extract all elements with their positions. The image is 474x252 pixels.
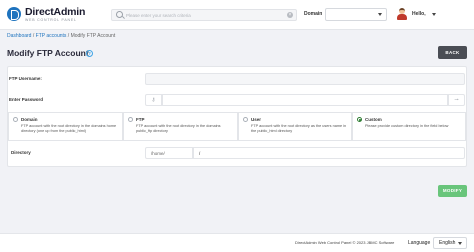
- directory-field[interactable]: /: [193, 147, 465, 159]
- option-user[interactable]: User FTP account with the root directory…: [238, 112, 352, 141]
- radio-domain[interactable]: [13, 117, 18, 122]
- chevron-down-icon: [458, 242, 462, 245]
- breadcrumb: Dashboard / FTP accounts / Modify FTP Ac…: [7, 33, 115, 39]
- radio-user[interactable]: [243, 117, 248, 122]
- search-icon: [116, 11, 123, 18]
- page-title: Modify FTP Account: [7, 48, 89, 58]
- directory-label: Directory: [11, 150, 31, 155]
- option-description: FTP account with the root directory as t…: [251, 124, 347, 133]
- top-bar: DirectAdmin WEB CONTROL PANEL × Domain H…: [0, 0, 474, 30]
- option-custom[interactable]: Custom Please provide custom directory i…: [352, 112, 466, 141]
- clear-search-icon[interactable]: ×: [287, 12, 293, 18]
- option-title: Custom: [365, 117, 382, 122]
- option-title: User: [251, 117, 262, 122]
- radio-ftp[interactable]: [128, 117, 133, 122]
- language-value: English: [439, 240, 456, 246]
- option-description: FTP account with the root directory in t…: [136, 124, 221, 133]
- radio-custom[interactable]: [357, 117, 362, 122]
- search-input[interactable]: [126, 10, 276, 20]
- domain-select[interactable]: [325, 8, 387, 21]
- logo-name: DirectAdmin: [25, 6, 86, 18]
- chevron-down-icon: [378, 13, 382, 16]
- avatar-body: [397, 14, 407, 20]
- option-description: Please provide custom directory in the f…: [365, 124, 449, 128]
- footer: DirectAdmin Web Control Panel © 2023 JBM…: [0, 233, 474, 252]
- user-menu-chevron-icon[interactable]: [432, 13, 436, 16]
- breadcrumb-current: Modify FTP Account: [70, 33, 116, 39]
- breadcrumb-ftp-accounts[interactable]: FTP accounts: [36, 33, 67, 39]
- option-description: FTP account with the root directory in t…: [21, 124, 117, 133]
- modify-button[interactable]: MODIFY: [438, 185, 467, 197]
- directory-prefix: /home/: [145, 147, 193, 159]
- option-domain[interactable]: Domain FTP account with the root directo…: [8, 112, 123, 141]
- password-label: Enter Password: [9, 97, 44, 102]
- back-button[interactable]: BACK: [438, 46, 467, 59]
- ftp-username-field[interactable]: [145, 73, 465, 85]
- toggle-password-icon[interactable]: ⊸: [448, 94, 465, 106]
- generate-password-icon[interactable]: ⚷: [145, 94, 162, 106]
- search-box[interactable]: ×: [111, 9, 297, 21]
- password-field[interactable]: [162, 94, 448, 106]
- option-title: FTP: [136, 117, 145, 122]
- help-icon[interactable]: ?: [86, 50, 93, 57]
- directadmin-logo[interactable]: DirectAdmin WEB CONTROL PANEL: [7, 6, 87, 26]
- user-greeting[interactable]: Hello,: [412, 11, 426, 17]
- ftp-username-label: FTP Username:: [9, 76, 42, 81]
- language-label: Language: [408, 240, 431, 246]
- option-ftp[interactable]: FTP FTP account with the root directory …: [123, 112, 238, 141]
- copyright-text: DirectAdmin Web Control Panel © 2023 JBM…: [295, 240, 395, 245]
- logo-icon: [7, 7, 21, 21]
- user-avatar[interactable]: [396, 8, 408, 21]
- breadcrumb-dashboard[interactable]: Dashboard: [7, 33, 31, 39]
- language-select[interactable]: English: [433, 237, 467, 249]
- option-title: Domain: [21, 117, 38, 122]
- domain-label: Domain: [304, 11, 323, 17]
- logo-tagline: WEB CONTROL PANEL: [25, 18, 77, 22]
